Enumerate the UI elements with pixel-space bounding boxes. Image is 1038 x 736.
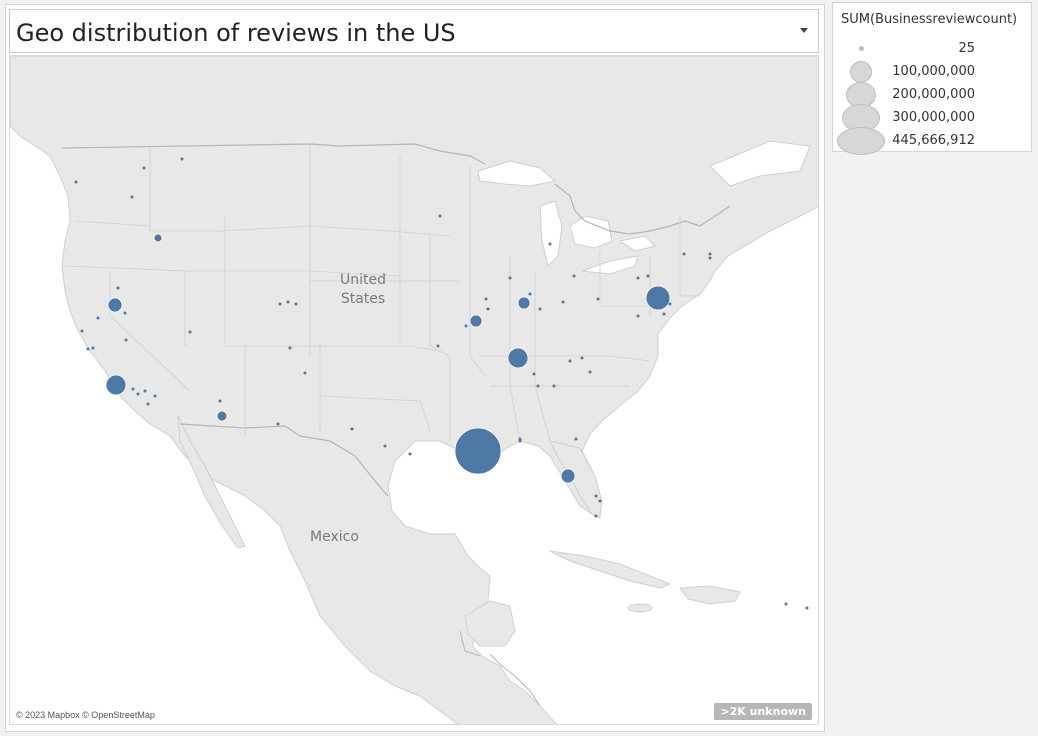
page-title: Geo distribution of reviews in the US xyxy=(16,19,456,47)
review-bubble[interactable] xyxy=(276,422,280,426)
review-bubble[interactable] xyxy=(116,286,120,290)
review-bubble[interactable] xyxy=(218,399,222,403)
review-bubble[interactable] xyxy=(153,394,157,398)
legend-label: 25 xyxy=(958,41,975,56)
review-bubble[interactable] xyxy=(536,384,540,388)
review-bubble[interactable] xyxy=(124,338,128,342)
review-bubble[interactable] xyxy=(303,371,307,375)
review-bubble[interactable] xyxy=(708,256,712,260)
legend-row: 445,666,912 xyxy=(833,127,1033,155)
review-bubble[interactable] xyxy=(572,274,576,278)
legend-row: 100,000,000 xyxy=(833,61,1033,83)
review-bubble[interactable] xyxy=(568,359,572,363)
size-legend: SUM(Businessreviewcount) 25 100,000,000 … xyxy=(832,2,1033,155)
label-united-states-text: United States xyxy=(340,272,386,307)
review-bubble[interactable] xyxy=(96,316,100,320)
review-bubble[interactable] xyxy=(188,330,192,334)
review-bubble[interactable] xyxy=(136,392,140,396)
review-bubble[interactable] xyxy=(153,233,163,243)
legend-row: 300,000,000 xyxy=(833,104,1033,132)
review-bubble[interactable] xyxy=(438,214,442,218)
review-bubble[interactable] xyxy=(580,356,584,360)
map-attribution[interactable]: © 2023 Mapbox © OpenStreetMap xyxy=(16,710,155,720)
review-bubble[interactable] xyxy=(560,468,576,484)
review-bubble[interactable] xyxy=(484,297,488,301)
review-bubble[interactable] xyxy=(588,370,592,374)
legend-circle xyxy=(850,61,872,83)
review-bubble[interactable] xyxy=(142,166,146,170)
review-bubble[interactable] xyxy=(123,311,127,315)
legend-circle xyxy=(859,46,864,51)
review-bubble[interactable] xyxy=(784,602,788,606)
review-bubble[interactable] xyxy=(517,296,531,310)
review-bubble[interactable] xyxy=(507,347,529,369)
review-bubble[interactable] xyxy=(383,444,387,448)
label-mexico: Mexico xyxy=(310,528,359,547)
review-bubble[interactable] xyxy=(645,285,671,311)
map-canvas[interactable] xyxy=(10,56,819,725)
review-bubble[interactable] xyxy=(528,292,532,296)
review-bubble[interactable] xyxy=(130,195,134,199)
title-bar[interactable]: Geo distribution of reviews in the US xyxy=(9,9,819,53)
review-bubble[interactable] xyxy=(74,180,78,184)
review-bubble[interactable] xyxy=(518,437,522,441)
review-bubble[interactable] xyxy=(561,300,565,304)
review-bubble[interactable] xyxy=(636,276,640,280)
legend-circle xyxy=(837,127,885,155)
review-bubble[interactable] xyxy=(486,307,490,311)
review-bubble[interactable] xyxy=(105,374,127,396)
review-bubble[interactable] xyxy=(636,314,640,318)
review-bubble[interactable] xyxy=(594,514,598,518)
review-bubble[interactable] xyxy=(454,427,502,475)
review-bubble[interactable] xyxy=(436,344,440,348)
review-bubble[interactable] xyxy=(594,494,598,498)
review-bubble[interactable] xyxy=(668,302,672,306)
review-bubble[interactable] xyxy=(646,274,650,278)
review-bubble[interactable] xyxy=(86,347,90,351)
legend-title: SUM(Businessreviewcount) xyxy=(841,12,1018,27)
review-bubble[interactable] xyxy=(107,297,123,313)
review-bubble[interactable] xyxy=(552,384,556,388)
review-bubble[interactable] xyxy=(682,252,686,256)
review-bubble[interactable] xyxy=(598,499,602,503)
land-jamaica xyxy=(627,603,653,613)
review-bubble[interactable] xyxy=(288,346,292,350)
legend-row: 25 xyxy=(833,38,1033,60)
review-bubble[interactable] xyxy=(278,302,282,306)
map-view[interactable]: United States Mexico © 2023 Mapbox © Ope… xyxy=(9,55,819,725)
review-bubble[interactable] xyxy=(574,437,578,441)
review-bubble[interactable] xyxy=(548,242,552,246)
review-bubble[interactable] xyxy=(464,324,468,328)
legend-row: 200,000,000 xyxy=(833,82,1033,108)
review-bubble[interactable] xyxy=(350,427,354,431)
review-bubble[interactable] xyxy=(805,606,809,610)
visualization-panel: Geo distribution of reviews in the US Un… xyxy=(5,4,825,732)
legend-label: 300,000,000 xyxy=(892,110,975,125)
review-bubble[interactable] xyxy=(216,410,228,422)
review-bubble[interactable] xyxy=(708,252,712,256)
review-bubble[interactable] xyxy=(180,157,184,161)
review-bubble[interactable] xyxy=(146,402,150,406)
review-bubble[interactable] xyxy=(286,300,290,304)
review-bubble[interactable] xyxy=(508,276,512,280)
legend-label: 445,666,912 xyxy=(892,133,975,148)
legend-label: 200,000,000 xyxy=(892,87,975,102)
label-united-states: United States xyxy=(340,271,386,309)
review-bubble[interactable] xyxy=(538,307,542,311)
unknown-values-badge[interactable]: >2K unknown xyxy=(714,703,812,720)
review-bubble[interactable] xyxy=(408,452,412,456)
review-bubble[interactable] xyxy=(294,302,298,306)
label-mexico-text: Mexico xyxy=(310,529,359,545)
review-bubble[interactable] xyxy=(91,346,95,350)
chevron-down-icon[interactable] xyxy=(800,28,808,33)
review-bubble[interactable] xyxy=(80,329,84,333)
review-bubble[interactable] xyxy=(596,297,600,301)
review-bubble[interactable] xyxy=(662,312,666,316)
review-bubble[interactable] xyxy=(532,372,536,376)
review-bubble[interactable] xyxy=(131,387,135,391)
legend-label: 100,000,000 xyxy=(892,64,975,79)
review-bubble[interactable] xyxy=(469,314,483,328)
review-bubble[interactable] xyxy=(143,389,147,393)
